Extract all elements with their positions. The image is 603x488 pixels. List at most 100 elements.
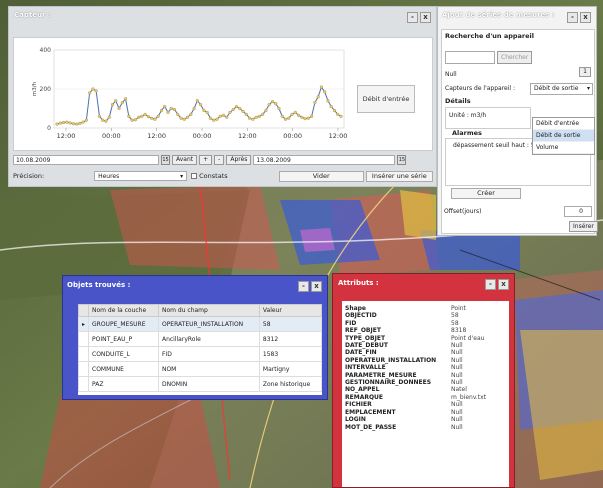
attribute-key: FICHIER — [345, 401, 372, 409]
appareil-search-input[interactable] — [445, 51, 495, 64]
attribute-key: OPERATEUR_INSTALLATION — [345, 356, 437, 364]
table-cell: Martigny — [258, 361, 323, 377]
data-point — [127, 114, 131, 118]
dropdown-option[interactable]: Volume — [533, 142, 594, 154]
plus-button[interactable]: + — [199, 154, 213, 165]
attributs-minimize-button[interactable]: - — [485, 279, 496, 290]
appareil-small-button[interactable]: 1 — [579, 67, 591, 77]
appareil-null-value: Null — [445, 71, 457, 78]
capteur-dropdown-list: Débit d'entrée Débit de sortie Volume — [532, 117, 595, 155]
attribute-value: Point — [451, 305, 466, 312]
data-point — [261, 112, 265, 116]
debit-entree-button[interactable]: Débit d'entrée — [357, 85, 415, 113]
attribute-row: TYPE_OBJET Point d'eau — [342, 335, 509, 342]
vider-button[interactable]: Vider — [278, 170, 364, 182]
column-header[interactable]: Valeur — [258, 304, 323, 317]
table-row[interactable]: POINT_EAU_P AncillaryRole 8312 — [77, 331, 323, 347]
table-row[interactable]: CONDUITE_L FID 1583 — [77, 346, 323, 362]
date-from-calendar-icon[interactable]: 15 — [161, 154, 170, 165]
row-marker — [77, 361, 90, 377]
ajout-minimize-button[interactable]: - — [567, 12, 578, 23]
data-point — [88, 91, 92, 95]
inserer-button[interactable]: Insérer — [569, 221, 598, 232]
attribute-key: MOT_DE_PASSE — [345, 423, 397, 431]
data-point — [65, 120, 69, 124]
data-point — [133, 118, 137, 122]
capteur-minimize-button[interactable]: - — [407, 12, 418, 23]
attribute-key: DATE_DEBUT — [345, 342, 388, 350]
data-point — [283, 117, 288, 121]
attribute-row: INTERVALLE Null — [342, 364, 509, 371]
attribute-row: GESTIONNAIRE_DONNEES Null — [342, 379, 509, 386]
objets-close-button[interactable]: x — [311, 281, 322, 292]
data-point — [290, 112, 294, 116]
attribute-key: Shape — [345, 305, 367, 312]
data-point — [55, 122, 59, 126]
objets-minimize-button[interactable]: - — [298, 281, 309, 292]
apres-button[interactable]: Après — [226, 154, 252, 165]
data-point — [293, 110, 297, 114]
data-point — [231, 107, 235, 112]
capteur-select[interactable]: Débit de sortie ▾ — [530, 83, 593, 95]
chercher-button[interactable]: Chercher — [497, 51, 533, 64]
data-point — [94, 89, 98, 93]
details-label: Détails — [445, 97, 471, 105]
data-point — [156, 114, 160, 118]
table-cell: AncillaryRole — [157, 331, 260, 347]
data-point — [241, 109, 245, 113]
data-point — [277, 106, 281, 111]
data-point — [215, 117, 219, 121]
ajout-close-button[interactable]: x — [580, 12, 591, 23]
precision-select[interactable]: Heures ▾ — [94, 171, 188, 181]
data-point — [169, 106, 173, 111]
capteur-close-button[interactable]: x — [420, 12, 431, 23]
attributs-close-button[interactable]: x — [498, 279, 509, 290]
date-to-input[interactable]: 13.08.2009 — [253, 154, 396, 165]
objets-title: Objets trouvés : — [67, 281, 131, 289]
data-point — [303, 117, 307, 121]
column-header[interactable]: Nom de la couche — [88, 304, 159, 317]
attribute-row: DATE_DEBUT Null — [342, 342, 509, 349]
minus-button[interactable]: - — [214, 154, 225, 165]
creer-button[interactable]: Créer — [451, 188, 521, 199]
table-row[interactable]: ▸ GROUPE_MESURE OPERATEUR_INSTALLATION 5… — [77, 316, 323, 332]
y-tick-label: 200 — [40, 86, 52, 93]
x-tick-label: 12:00 — [238, 132, 257, 140]
data-point — [104, 119, 108, 123]
column-header[interactable]: Nom du champ — [157, 304, 260, 317]
data-point — [120, 101, 124, 105]
attribute-key: FID — [345, 319, 357, 327]
attribute-value: Null — [451, 379, 463, 387]
capteurs-label: Capteurs de l'appareil : — [445, 85, 516, 92]
avant-button[interactable]: Avant — [172, 154, 198, 165]
constats-checkbox[interactable]: Constats — [191, 172, 228, 180]
data-point — [182, 117, 186, 121]
table-row[interactable]: COMMUNE NOM Martigny — [77, 361, 323, 377]
dropdown-option-selected[interactable]: Débit de sortie — [533, 130, 594, 142]
table-row[interactable]: PAZ DNOMIN Zone historique — [77, 376, 323, 392]
attribute-row: Shape Point — [342, 305, 509, 312]
date-from-input[interactable]: 10.08.2009 — [13, 154, 159, 165]
y-tick-label: 0 — [47, 125, 51, 132]
attribute-row: DATE_FIN Null — [342, 349, 509, 356]
data-point — [179, 116, 183, 120]
data-point — [81, 120, 85, 124]
dropdown-option[interactable]: Débit d'entrée — [533, 118, 594, 130]
constats-label: Constats — [199, 172, 228, 180]
data-point — [101, 118, 105, 122]
ajout-title: Ajout de séries de mesures : — [442, 11, 555, 19]
inserer-serie-button[interactable]: Insérer une série — [365, 170, 433, 182]
data-point — [257, 114, 261, 118]
offset-input[interactable]: 0 — [564, 206, 592, 217]
attribute-key: REMARQUE — [345, 393, 384, 401]
data-point — [61, 120, 66, 125]
objets-table-wrap: Nom de la couche Nom du champ Valeur ▸ G… — [77, 304, 323, 395]
data-point — [332, 108, 337, 112]
data-point — [195, 99, 199, 103]
attribute-row: FID 58 — [342, 320, 509, 327]
precision-label: Précision: — [13, 172, 45, 180]
offset-value: 0 — [579, 208, 583, 215]
y-tick-label: 400 — [40, 47, 52, 54]
row-selected-icon: ▸ — [77, 316, 90, 332]
date-to-calendar-icon[interactable]: 15 — [397, 154, 407, 165]
